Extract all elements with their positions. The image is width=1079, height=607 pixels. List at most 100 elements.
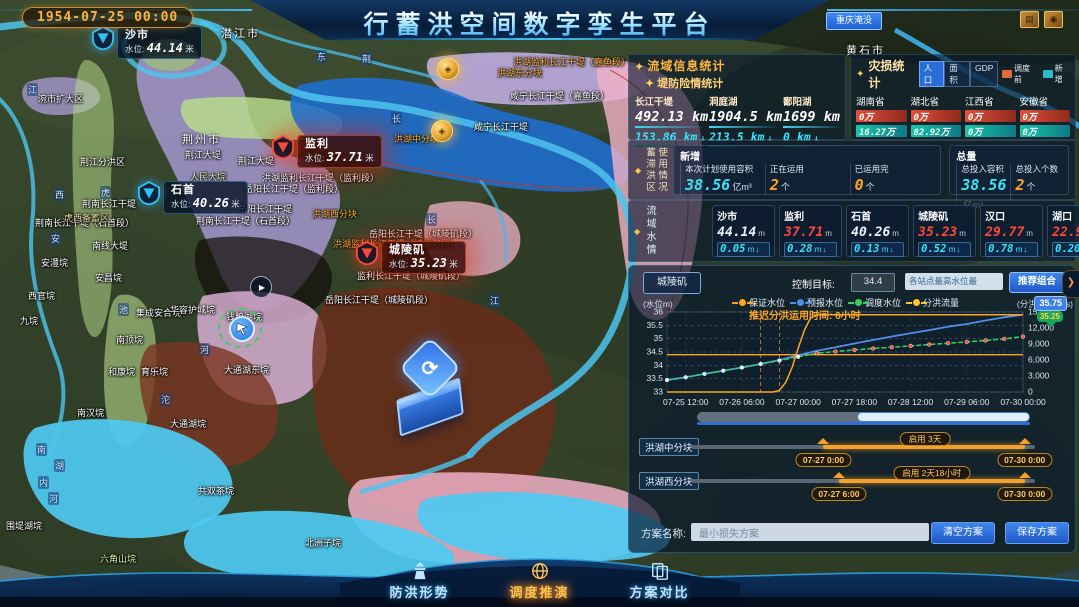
added-bar: 0万 xyxy=(965,125,1016,137)
svg-text:07-27 00:00: 07-27 00:00 xyxy=(775,397,821,407)
legend-swatch xyxy=(1043,70,1053,78)
map-label: 荆南长江干堤（石首段） xyxy=(196,214,295,227)
svg-text:34: 34 xyxy=(654,360,664,370)
sluice-icon[interactable]: ◈ xyxy=(437,58,459,80)
province-column: 江西省 0万 0万 xyxy=(965,94,1016,140)
left-axis-caption: (水位m) xyxy=(643,298,673,310)
play-icon[interactable]: ▶ xyxy=(250,276,272,298)
water-level-chart[interactable]: 推迟分洪运用时间: 6小时 (水位m) (分洪流量m³/s) 35.75 35.… xyxy=(631,304,1075,420)
station-card[interactable]: 石首 40.26m 0.13 m↓ xyxy=(846,205,909,257)
map-label: 荆江大堤 xyxy=(185,148,221,161)
storage-usage-panel: ◆ 蓄滞洪区 使用情况 新增 本次计划使用容积 38.56亿m³ 正在运用 2个… xyxy=(628,140,1076,200)
station-select[interactable]: 城陵矶 xyxy=(643,272,701,294)
layers-icon[interactable]: ▤ xyxy=(1020,11,1039,28)
down-arrow-icon: ↓ xyxy=(956,245,960,254)
station-card[interactable]: 监利 37.71m 0.28 m↓ xyxy=(779,205,842,257)
station-marker[interactable]: 监利 水位: 37.71 米 xyxy=(272,135,382,168)
map-label: 共双茶垸 xyxy=(198,484,234,497)
station-card[interactable]: 汉口 29.77m 0.78 m↓ xyxy=(980,205,1043,257)
start-time-badge: 07-27 6:00 xyxy=(811,487,866,501)
station-card[interactable]: 湖口 22.93m 0.20 m↓ xyxy=(1047,205,1079,257)
map-label: 安澧垸 xyxy=(41,256,68,269)
river-char-label: 内 xyxy=(38,476,49,489)
storage-stat: 本次计划使用容积 38.56亿m³ xyxy=(680,163,765,195)
timeline-label: 洪湖中分块 xyxy=(639,438,699,456)
river-char-label: 江 xyxy=(27,83,38,96)
damage-tab[interactable]: 面积 xyxy=(944,61,970,87)
forecast-tooltip: 35.75 xyxy=(1034,296,1067,311)
clear-plan-button[interactable]: 清空方案 xyxy=(931,522,995,544)
before-bar: 0万 xyxy=(965,110,1016,122)
map-label: 荆江分洪区 xyxy=(80,155,125,168)
compare-icon xyxy=(649,561,671,581)
station-marker[interactable]: 石首 水位: 40.26 米 xyxy=(138,181,248,214)
tab-dispatch-simulation[interactable]: 调度推演 xyxy=(497,561,583,601)
damage-tab[interactable]: 人口 xyxy=(919,61,945,87)
map-label: 南线大堤 xyxy=(92,239,128,252)
plan-name-label: 方案名称: xyxy=(641,526,686,541)
globe-icon xyxy=(529,561,551,581)
station-card[interactable]: 城陵矶 35.23m 0.52 m↓ xyxy=(913,205,976,257)
timeline-start-handle[interactable] xyxy=(833,472,845,478)
tab-flood-situation[interactable]: 防洪形势 xyxy=(377,561,463,601)
sluice-icon[interactable]: ◈ xyxy=(431,120,453,142)
map-label: 咸宁长江干堤 xyxy=(474,120,528,133)
svg-text:3,000: 3,000 xyxy=(1028,371,1050,381)
map-label: 虎西备蓄区 xyxy=(64,211,109,224)
recommend-button[interactable]: 推荐组合 xyxy=(1009,272,1065,293)
scrollbar-thumb[interactable] xyxy=(857,412,1030,422)
tower-icon xyxy=(409,561,431,581)
station-marker[interactable]: 城陵矶 水位: 35.23 米 xyxy=(356,241,466,274)
plan-name-input[interactable] xyxy=(691,523,929,541)
target-input[interactable]: 34.4 xyxy=(851,273,895,292)
map-label: 洪湖西分块 xyxy=(312,207,357,220)
basin-panel-title: ✦流域信息统计 xyxy=(635,57,839,74)
stations-side-label: ◆ 流域水情 xyxy=(634,205,702,257)
svg-text:6,000: 6,000 xyxy=(1028,355,1050,365)
duration-badge: 启用 3天 xyxy=(900,432,951,446)
tab-plan-comparison[interactable]: 方案对比 xyxy=(617,561,703,601)
map-label: 南汉垸 xyxy=(77,406,104,419)
svg-text:34.5: 34.5 xyxy=(646,347,663,357)
water-level-icon xyxy=(138,181,160,205)
mode-select[interactable]: 各站点最高水位最 xyxy=(905,273,1003,290)
stations-panel: ◆ 流域水情 沙市 44.14m 0.05 m↓ 监利 37.71m 0.28 … xyxy=(628,200,1076,262)
svg-text:35.5: 35.5 xyxy=(646,320,663,330)
storage-stat: 正在运用 2个 xyxy=(765,163,850,195)
storage-timeline-row: 洪湖西分块 启用 2天18小时 07-27 6:00 07-30 0:00 xyxy=(629,466,1075,500)
map-label: 围堤湖垸 xyxy=(6,519,42,532)
duration-badge: 启用 2天18小时 xyxy=(893,466,970,480)
timeline-track[interactable]: 启用 2天18小时 07-27 6:00 07-30 0:00 xyxy=(691,479,1035,483)
chart-scrollbar[interactable] xyxy=(697,412,1030,422)
svg-text:33: 33 xyxy=(654,387,664,397)
timeline-end-handle[interactable] xyxy=(1019,438,1031,444)
before-bar: 0万 xyxy=(911,110,962,122)
delay-annotation: 推迟分洪运用时间: 6小时 xyxy=(749,307,861,322)
end-time-badge: 07-30 0:00 xyxy=(997,453,1052,467)
chongqing-flood-button[interactable]: 重庆淹没 xyxy=(826,12,882,30)
cursor-icon xyxy=(218,308,262,348)
timeline-start-handle[interactable] xyxy=(817,438,829,444)
panel-collapse-button[interactable]: ❯ xyxy=(1062,270,1079,298)
before-bar: 0万 xyxy=(856,110,907,122)
damage-tab[interactable]: GDP xyxy=(970,61,998,87)
timestamp-badge: 1954-07-25 00:00 xyxy=(22,7,193,28)
timeline-end-handle[interactable] xyxy=(1019,472,1031,478)
water-level-icon xyxy=(272,135,294,159)
storage-side-label: ◆ 蓄滞洪区 使用情况 xyxy=(635,145,667,195)
save-plan-button[interactable]: 保存方案 xyxy=(1005,522,1069,544)
river-char-label: 东 xyxy=(316,50,327,63)
province-column: 湖北省 0万 82.92万 xyxy=(911,94,962,140)
svg-text:35: 35 xyxy=(654,333,664,343)
storage-stat: 已运用完 0个 xyxy=(850,163,935,195)
station-card[interactable]: 沙市 44.14m 0.05 m↓ xyxy=(712,205,775,257)
legend-item: 新增 xyxy=(1043,63,1070,85)
added-bar: 0万 xyxy=(1020,125,1071,137)
timeline-track[interactable]: 启用 3天 07-27 0:00 07-30 0:00 xyxy=(691,445,1035,449)
start-time-badge: 07-27 0:00 xyxy=(796,453,851,467)
alert-icon[interactable]: ◉ xyxy=(1044,11,1063,28)
river-char-label: 西 xyxy=(54,188,65,201)
map-label: 大通湖东垸 xyxy=(224,363,269,376)
legend-swatch xyxy=(1002,70,1012,78)
end-time-badge: 07-30 0:00 xyxy=(997,487,1052,501)
